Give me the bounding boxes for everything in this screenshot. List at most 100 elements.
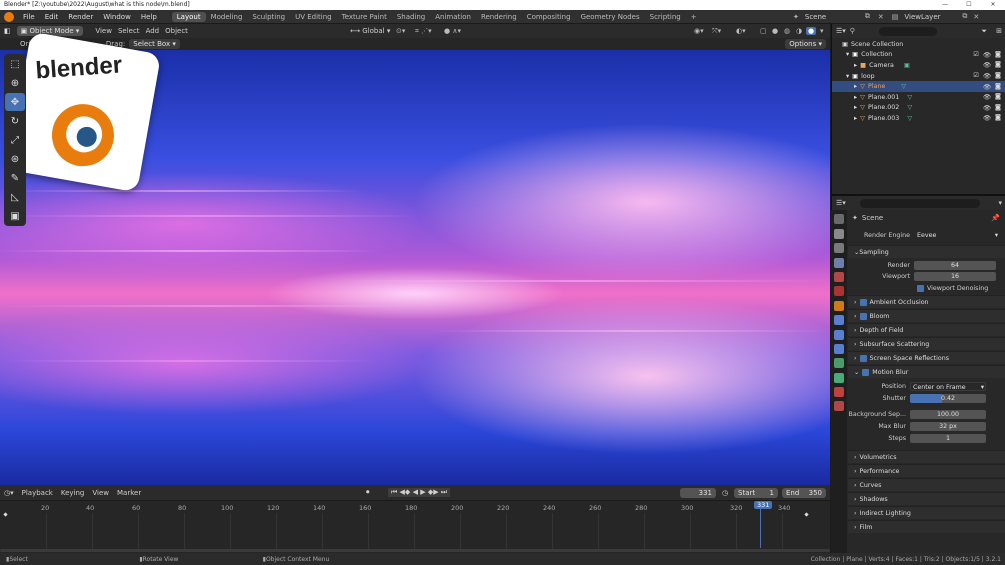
chevron-down-icon[interactable]: ▾ (998, 199, 1002, 207)
view-menu[interactable]: View (95, 27, 112, 35)
eye-icon[interactable]: 👁 (983, 61, 991, 69)
outliner-item-plane[interactable]: ▸ ▽ Plane ▽ 👁 ◙ (832, 81, 1005, 92)
tab-scripting[interactable]: Scripting (645, 12, 686, 22)
expand-arrow-icon[interactable]: ▸ (854, 62, 857, 69)
panel-curves[interactable]: › Curves (848, 478, 1005, 491)
snap-icon[interactable]: ⌗ ⋰▾ (415, 27, 432, 36)
eye-icon[interactable]: 👁 (983, 51, 991, 59)
panel-ambient-occlusion[interactable]: › Ambient Occlusion (848, 295, 1005, 308)
timeline-scrollbar[interactable] (0, 549, 830, 552)
constraints-tab-icon[interactable] (834, 358, 844, 369)
play-icon[interactable]: ▶ (420, 488, 425, 496)
keyframe-marker[interactable] (3, 512, 8, 517)
options-button[interactable]: Options ▾ (785, 39, 826, 49)
object-menu[interactable]: Object (165, 27, 188, 35)
shading-options-icon[interactable]: ▾ (820, 27, 824, 35)
menu-render[interactable]: Render (63, 13, 98, 21)
drag-selector[interactable]: Select Box ▾ (129, 39, 180, 49)
overlay-icon[interactable]: ◐▾ (736, 27, 746, 35)
panel-depth-of-field[interactable]: › Depth of Field (848, 323, 1005, 336)
world-tab-icon[interactable] (834, 286, 844, 297)
new-collection-icon[interactable]: ⊞ (996, 27, 1002, 35)
shutter-slider[interactable]: 0.42 (910, 393, 986, 403)
playback-menu[interactable]: Playback (22, 489, 53, 497)
panel-subsurface-scattering[interactable]: › Subsurface Scattering (848, 337, 1005, 350)
scene-selector[interactable]: ✦ Scene ⧉ ✕ ▤ ViewLayer ⧉ ✕ (793, 12, 979, 21)
outliner-item-loop[interactable]: ▾ ▣ loop ☑ 👁 ◙ (832, 71, 1005, 82)
view-layer-tab-icon[interactable] (834, 257, 844, 268)
menu-file[interactable]: File (18, 13, 40, 21)
scene-tab-icon[interactable] (834, 271, 844, 282)
tab-animation[interactable]: Animation (430, 12, 476, 22)
expand-arrow-icon[interactable]: ▾ (846, 51, 849, 58)
add-menu[interactable]: Add (146, 27, 160, 35)
position-select[interactable]: Center on Frame ▾ (910, 381, 986, 391)
tab-layout[interactable]: Layout (171, 11, 206, 22)
camera-restrict-icon[interactable]: ◙ (995, 93, 1001, 101)
max-blur-field[interactable]: 32 px (910, 421, 986, 431)
expand-arrow-icon[interactable]: ▸ (854, 115, 857, 122)
particles-tab-icon[interactable] (834, 329, 844, 340)
clock-icon[interactable]: ◷ (722, 489, 728, 497)
texture-tab-icon[interactable] (834, 401, 844, 412)
panel-motion-blur[interactable]: ⌄ Motion Blur (848, 365, 1005, 378)
render-engine-select[interactable]: Eevee ▾ (914, 230, 998, 240)
camera-restrict-icon[interactable]: ◙ (995, 72, 1001, 80)
eye-icon[interactable]: 👁 (983, 72, 991, 80)
tab-uv-editing[interactable]: UV Editing (290, 12, 337, 22)
render-samples-field[interactable]: 64 (914, 261, 996, 270)
copy-icon[interactable]: ⧉ (962, 12, 967, 21)
close-icon[interactable]: ✕ (973, 13, 979, 21)
checkbox-icon[interactable] (859, 298, 867, 306)
xray-icon[interactable]: ▢ (760, 27, 767, 35)
panel-indirect-lighting[interactable]: › Indirect Lighting (848, 506, 1005, 519)
render-tab-icon[interactable] (834, 228, 844, 239)
current-frame-field[interactable]: 331 (680, 487, 716, 498)
blender-icon[interactable] (4, 11, 14, 22)
tab-shading[interactable]: Shading (392, 12, 430, 22)
editor-type-icon[interactable]: ☰▾ (836, 27, 846, 35)
object-tab-icon[interactable] (834, 300, 844, 311)
tab-compositing[interactable]: Compositing (522, 12, 576, 22)
outliner-item-collection[interactable]: ▾ ▣ Collection ☑ 👁 ◙ (832, 50, 1005, 61)
camera-restrict-icon[interactable]: ◙ (995, 61, 1001, 69)
material-tab-icon[interactable] (834, 387, 844, 398)
scale-icon[interactable]: ⤢ (5, 131, 25, 149)
reverse-play-icon[interactable]: ◀ (413, 488, 418, 496)
keyframe-marker[interactable] (804, 512, 809, 517)
panel-bloom[interactable]: › Bloom (848, 309, 1005, 322)
tab-geometry-nodes[interactable]: Geometry Nodes (576, 12, 645, 22)
camera-restrict-icon[interactable]: ◙ (995, 83, 1001, 91)
pivot-icon[interactable]: ⊙▾ (396, 27, 405, 35)
minimize-button[interactable]: — (933, 0, 957, 10)
timeline-view-menu[interactable]: View (92, 489, 109, 497)
checkbox-icon[interactable] (859, 354, 867, 362)
visibility-icon[interactable]: ◉▾ (694, 27, 704, 35)
checkbox-icon[interactable] (859, 312, 867, 320)
outliner-item-camera[interactable]: ▸ ■ Camera ▣ 👁 ◙ (832, 60, 1005, 71)
camera-restrict-icon[interactable]: ◙ (995, 51, 1001, 59)
jump-start-icon[interactable]: ⏮ (391, 488, 397, 496)
maximize-button[interactable]: ☐ (957, 0, 981, 10)
panel-film[interactable]: › Film (848, 520, 1005, 533)
timeline[interactable]: 20 40 60 80 100 120 140 160 180 200 220 … (0, 500, 830, 553)
checkbox-icon[interactable]: ☑ (973, 72, 979, 80)
next-key-icon[interactable]: ◆▶ (428, 488, 439, 496)
select-menu[interactable]: Select (118, 27, 140, 35)
tool-tab-icon[interactable] (834, 214, 844, 225)
playhead-line[interactable] (760, 503, 761, 548)
camera-restrict-icon[interactable]: ◙ (995, 104, 1001, 112)
output-tab-icon[interactable] (834, 243, 844, 254)
expand-arrow-icon[interactable]: ▸ (854, 83, 857, 90)
jump-end-icon[interactable]: ⏭ (441, 488, 447, 496)
eye-icon[interactable]: 👁 (983, 104, 991, 112)
checkbox-icon[interactable] (917, 285, 924, 292)
close-button[interactable]: ✕ (981, 0, 1005, 10)
menu-window[interactable]: Window (98, 13, 136, 21)
viewport-samples-field[interactable]: 16 (914, 272, 996, 281)
checkbox-icon[interactable]: ☑ (973, 51, 979, 59)
add-cube-icon[interactable]: ▣ (5, 207, 25, 225)
tab-rendering[interactable]: Rendering (476, 12, 522, 22)
data-tab-icon[interactable] (834, 372, 844, 383)
tab-modeling[interactable]: Modeling (206, 12, 248, 22)
